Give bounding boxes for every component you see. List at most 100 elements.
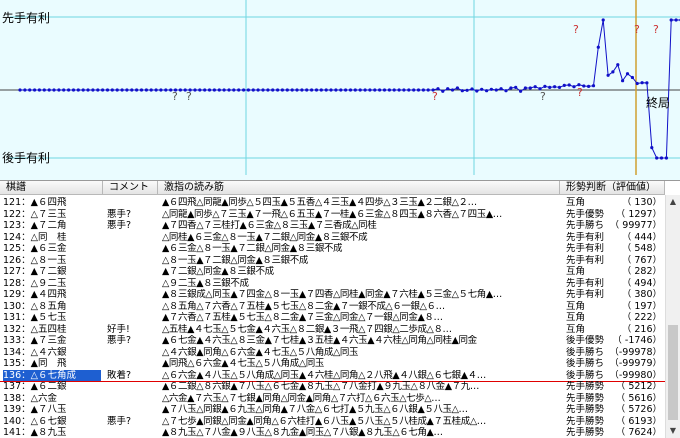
table-row[interactable]: 122：△７三玉 悪手? △同龍▲同歩△７三玉▲７一飛△６五玉▲７一桂▲６三金△８四…	[0, 209, 665, 220]
eval-point	[353, 88, 357, 92]
eval-point	[344, 88, 348, 92]
eval-point	[499, 87, 503, 91]
table-row[interactable]: 128：△９二玉 △９二玉▲８三銀不成 先手有利 （ 494）	[0, 278, 665, 289]
eval-point	[475, 89, 479, 93]
header-comment[interactable]: コメント	[103, 181, 158, 195]
eval-point	[203, 88, 207, 92]
table-row[interactable]: 130：△８五角 △８五角△７六香△７五桂▲５七玉△８二金▲７一銀不成△６一銀△６…	[0, 301, 665, 312]
move-cell: 133：▲７三金	[3, 335, 67, 346]
evaluation-value-cell: （ 216）	[621, 323, 662, 335]
table-row[interactable]: 129：▲４四飛 ▲８三銀成△同玉▲７四金△８一玉▲７四香△同桂▲同金▲７六桂▲５…	[0, 289, 665, 300]
table-row[interactable]: 124：△同 桂 △同桂▲６三金△８一玉▲７二銀△同金▲８三銀不成 先手有利 （ 44…	[0, 232, 665, 243]
reading-line-cell: ▲７二銀△同金▲８三銀不成	[162, 266, 274, 277]
evaluation-value-cell: （ 494）	[621, 277, 662, 289]
eval-point	[101, 88, 105, 92]
move-cell: 138：△六金	[3, 392, 57, 404]
eval-point	[159, 88, 163, 92]
eval-point	[334, 88, 338, 92]
eval-point	[57, 88, 61, 92]
evaluation-graph[interactable]: ???????? 先手有利 後手有利 終局	[0, 0, 680, 180]
eval-point	[572, 85, 576, 89]
eval-point	[280, 88, 284, 92]
judgement-cell: 先手有利	[566, 277, 605, 289]
dubious-move-marker: ?	[573, 23, 579, 36]
eval-point	[460, 89, 464, 93]
eval-point	[62, 88, 66, 92]
sente-advantage-label: 先手有利	[2, 11, 51, 25]
move-cell: 137：▲６二銀	[3, 381, 67, 392]
table-row[interactable]: 141：▲８九玉 ▲８九玉△７八金▲９八玉△８九金▲同玉△７八銀▲８九玉△６七角▲…	[0, 427, 665, 438]
eval-point	[314, 88, 319, 92]
table-row[interactable]: 133：▲７三金 悪手? ▲６七金▲４六玉△８三金▲７七桂▲３五桂▲４六玉▲４六桂△…	[0, 335, 665, 346]
dubious-move-marker: ?	[172, 90, 178, 103]
eval-point	[154, 88, 158, 92]
scroll-up-icon[interactable]: ▲	[666, 195, 680, 209]
table-row[interactable]: 137：▲６二銀 ▲６二銀△８六銀▲７八玉△６七金▲８九玉△７八金打▲９九玉△８八…	[0, 381, 665, 392]
reading-line-cell: ▲７六香△７五桂▲５七玉△８二金▲７三金△同金△７一銀△同金▲８…	[162, 312, 443, 323]
eval-point	[543, 84, 547, 88]
vertical-scrollbar[interactable]: ▲ ▼	[665, 195, 680, 438]
eval-point	[52, 88, 56, 92]
reading-line-cell: △８一玉▲７二銀△同金▲８三銀不成	[162, 254, 308, 266]
judgement-cell: 後手勝ち	[566, 358, 605, 369]
eval-point	[664, 156, 669, 160]
eval-point	[290, 88, 294, 92]
kifu-table[interactable]: 棋譜 コメント 激指の読み筋 形勢判断（評価値） 121：▲６四飛 ▲６四飛△同龍…	[0, 180, 680, 438]
eval-point	[348, 88, 353, 92]
eval-point	[640, 81, 644, 85]
eval-point	[120, 88, 124, 92]
table-row[interactable]: 127：▲７二銀 ▲７二銀△同金▲８三銀不成 互角 （ 282）	[0, 266, 665, 277]
eval-point	[421, 88, 425, 92]
header-judgement[interactable]: 形勢判断（評価値）	[560, 181, 665, 195]
eval-point	[630, 75, 635, 80]
evaluation-value-cell: （ 222）	[621, 312, 662, 323]
table-row[interactable]: 125：▲６三金 ▲６三金△８一玉▲７二銀△同金▲８三銀不成 先手有利 （ 548）	[0, 243, 665, 254]
eval-point	[237, 88, 241, 92]
evaluation-value-cell: （-99979）	[609, 358, 662, 369]
eval-point	[606, 73, 610, 77]
reading-line-cell: △７七歩▲同銀△同金▲同角△６六桂打▲６八玉▲５八玉△５八桂成▲７五桂成△…	[162, 415, 486, 427]
eval-point	[71, 88, 76, 92]
table-row[interactable]: 134：△４六銀 △４六銀▲同角△６六金▲４七玉△５八角成△同玉 後手勝ち （-999…	[0, 347, 665, 358]
evaluation-value-cell: （ 767）	[621, 254, 662, 266]
table-row[interactable]: 139：▲７八玉 ▲７八玉△同銀▲６九玉△同角▲７八金△６七打▲５九玉△６八銀▲５…	[0, 404, 665, 415]
scroll-thumb[interactable]	[668, 325, 678, 420]
table-row[interactable]: 126：△８一玉 △８一玉▲７二銀△同金▲８三銀不成 先手有利 （ 767）	[0, 255, 665, 266]
eval-point	[271, 88, 275, 92]
eval-point	[465, 88, 469, 92]
judgement-cell: 互角	[566, 323, 586, 335]
eval-point	[18, 88, 22, 92]
eval-point	[426, 88, 430, 92]
reading-line-cell: △４六銀▲同角△６六金▲４七玉△５八角成△同玉	[162, 346, 359, 358]
move-cell: 128：△９二玉	[3, 277, 67, 289]
eval-point	[125, 88, 129, 92]
judgement-cell: 先手勝勢	[566, 392, 605, 404]
header-move[interactable]: 棋譜	[0, 181, 103, 195]
eval-point	[305, 88, 309, 92]
scroll-down-icon[interactable]: ▼	[666, 424, 680, 438]
header-reading-line[interactable]: 激指の読み筋	[158, 181, 560, 195]
reading-line-cell: △８五角△７六香△７五桂▲５七玉△８二金▲７一銀不成△６一銀△６…	[162, 300, 445, 312]
table-row[interactable]: 140：△６七銀 悪手? △７七歩▲同銀△同金▲同角△６六桂打▲６八玉▲５八玉△５八…	[0, 416, 665, 427]
table-row[interactable]: 123：▲７二角 悪手? ▲７四香△７三桂打▲６三金△８三玉▲７三香成△同桂 先手勝ち…	[0, 220, 665, 231]
move-cell: 127：▲７二銀	[3, 266, 67, 277]
table-row[interactable]: 136：△６七角成 敗着? △６六金▲４八玉△５八角成△同玉▲４六桂△同角△２八飛▲…	[0, 369, 665, 381]
table-row[interactable]: 138：△六金 △六金▲７六玉△７七銀▲同角△同金▲同角△７六打△６六玉△七歩△……	[0, 393, 665, 404]
reading-line-cell: ▲６三金△８一玉▲７二銀△同金▲８三銀不成	[162, 243, 343, 254]
eval-point	[67, 88, 71, 92]
eval-point	[261, 88, 265, 92]
eval-point	[135, 88, 139, 92]
evaluation-value-cell: （ 6193）	[615, 415, 662, 427]
judgement-cell: 先手優勢	[566, 208, 605, 220]
comment-cell: 好手!	[107, 323, 130, 335]
move-cell: 129：▲４四飛	[3, 289, 67, 300]
eval-point	[242, 88, 246, 92]
table-row[interactable]: 132：△五四桂 好手! △五桂▲４七玉△５七金▲４六玉△８二銀▲３一飛△７四銀△二…	[0, 324, 665, 335]
eval-point	[625, 72, 630, 76]
table-row[interactable]: 135：▲同 飛 ▲同飛△６六金▲４七玉△５八角成△同玉 後手勝ち （-99979）	[0, 358, 665, 369]
eval-point	[217, 88, 221, 92]
eval-point	[23, 88, 27, 92]
table-row[interactable]: 121：▲６四飛 ▲６四飛△同龍▲同歩△５四玉▲５五香△４三玉▲４四歩△３三玉▲２…	[0, 197, 665, 208]
reading-line-cell: ▲同飛△６六金▲４七玉△５八角成△同玉	[162, 358, 324, 369]
table-row[interactable]: 131：▲５七玉 ▲７六香△７五桂▲５七玉△８二金▲７三金△同金△７一銀△同金▲８…	[0, 312, 665, 323]
